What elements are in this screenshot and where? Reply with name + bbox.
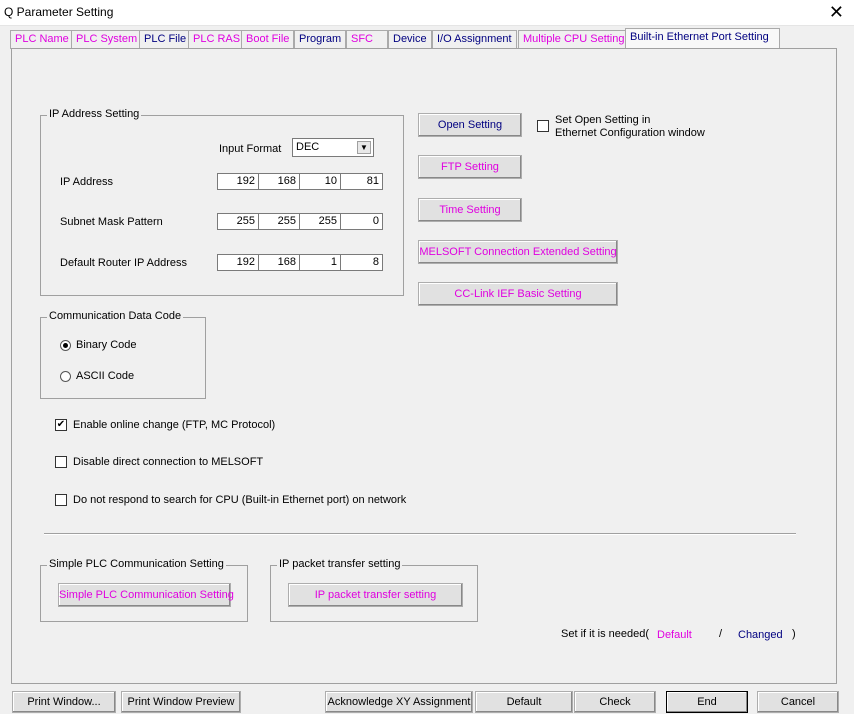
- comm-data-code-group: Communication Data Code: [40, 310, 206, 399]
- disable-direct-checkbox-box[interactable]: [55, 456, 67, 468]
- legend-slash: /: [719, 628, 723, 640]
- router-octet-2[interactable]: 168: [259, 255, 300, 270]
- router-octet-4[interactable]: 8: [341, 255, 382, 270]
- router-octet-3[interactable]: 1: [300, 255, 341, 270]
- window-title: Q Parameter Setting: [4, 5, 114, 19]
- ascii-code-radio-dot[interactable]: [60, 370, 71, 382]
- ethernet-config-checkbox-label: Set Open Setting in Ethernet Configurati…: [555, 114, 705, 139]
- disable-direct-checkbox[interactable]: Disable direct connection to MELSOFT: [55, 456, 263, 468]
- legend-default-text: Default: [657, 629, 692, 641]
- legend-note-prefix: Set if it is needed(: [561, 628, 650, 640]
- tab-boot-file[interactable]: Boot File: [241, 30, 295, 49]
- subnet-octet-2[interactable]: 255: [259, 214, 300, 229]
- tab-device[interactable]: Device: [388, 30, 432, 49]
- ip-packet-transfer-legend: IP packet transfer setting: [277, 558, 403, 570]
- no-respond-checkbox[interactable]: Do not respond to search for CPU (Built-…: [55, 494, 406, 506]
- tab-io-assignment[interactable]: I/O Assignment: [432, 30, 517, 49]
- simple-plc-comm-legend: Simple PLC Communication Setting: [47, 558, 226, 570]
- subnet-mask-field[interactable]: 255 255 255 0: [217, 213, 383, 230]
- ethernet-config-checkbox-box[interactable]: [537, 120, 549, 132]
- open-setting-button[interactable]: Open Setting: [418, 113, 522, 137]
- ascii-code-radio[interactable]: ASCII Code: [60, 370, 134, 382]
- router-octet-1[interactable]: 192: [218, 255, 259, 270]
- input-format-value: DEC: [296, 141, 320, 153]
- no-respond-label: Do not respond to search for CPU (Built-…: [73, 494, 407, 506]
- tab-sfc[interactable]: SFC: [346, 30, 388, 49]
- binary-code-label: Binary Code: [76, 339, 137, 351]
- binary-code-radio[interactable]: Binary Code: [60, 339, 137, 351]
- input-format-label: Input Format: [219, 143, 282, 155]
- title-bar: Q Parameter Setting ✕: [0, 0, 854, 26]
- ip-address-label: IP Address: [60, 176, 113, 188]
- chevron-down-icon[interactable]: ▼: [357, 141, 371, 154]
- subnet-octet-1[interactable]: 255: [218, 214, 259, 229]
- print-window-button[interactable]: Print Window...: [12, 691, 116, 713]
- input-format-select[interactable]: DEC ▼: [292, 138, 374, 157]
- tab-multiple-cpu[interactable]: Multiple CPU Setting: [518, 30, 630, 49]
- ip-octet-4[interactable]: 81: [341, 174, 382, 189]
- online-change-checkbox[interactable]: ✔ Enable online change (FTP, MC Protocol…: [55, 419, 275, 431]
- subnet-octet-4[interactable]: 0: [341, 214, 382, 229]
- subnet-octet-3[interactable]: 255: [300, 214, 341, 229]
- check-button[interactable]: Check: [574, 691, 656, 713]
- legend-note-suffix: ): [792, 628, 796, 640]
- tab-plc-file[interactable]: PLC File: [139, 30, 192, 49]
- ip-octet-2[interactable]: 168: [259, 174, 300, 189]
- close-icon[interactable]: ✕: [829, 2, 844, 22]
- online-change-label: Enable online change (FTP, MC Protocol): [73, 419, 276, 431]
- no-respond-checkbox-box[interactable]: [55, 494, 67, 506]
- ascii-code-label: ASCII Code: [76, 370, 135, 382]
- tab-plc-ras[interactable]: PLC RAS: [188, 30, 246, 49]
- default-button[interactable]: Default: [475, 691, 573, 713]
- ftp-setting-button[interactable]: FTP Setting: [418, 155, 522, 179]
- online-change-check-icon[interactable]: ✔: [55, 419, 67, 431]
- simple-plc-comm-button[interactable]: Simple PLC Communication Setting: [58, 583, 234, 607]
- acknowledge-xy-button[interactable]: Acknowledge XY Assignment: [325, 691, 473, 713]
- legend-changed-text: Changed: [738, 629, 783, 641]
- comm-data-code-legend: Communication Data Code: [47, 310, 184, 322]
- tab-plc-system[interactable]: PLC System: [71, 30, 143, 49]
- disable-direct-label: Disable direct connection to MELSOFT: [73, 456, 264, 468]
- end-button[interactable]: End: [666, 691, 748, 713]
- divider: [44, 533, 796, 535]
- default-router-label: Default Router IP Address: [60, 257, 187, 269]
- ip-octet-1[interactable]: 192: [218, 174, 259, 189]
- tab-program[interactable]: Program: [294, 30, 347, 49]
- tab-builtin-ethernet[interactable]: Built-in Ethernet Port Setting: [625, 28, 780, 49]
- cancel-button[interactable]: Cancel: [757, 691, 839, 713]
- binary-code-radio-dot[interactable]: [60, 339, 71, 351]
- ip-address-setting-legend: IP Address Setting: [47, 108, 142, 120]
- ip-packet-transfer-button[interactable]: IP packet transfer setting: [288, 583, 463, 607]
- time-setting-button[interactable]: Time Setting: [418, 198, 522, 222]
- print-window-preview-button[interactable]: Print Window Preview: [121, 691, 241, 713]
- ip-address-field[interactable]: 192 168 10 81: [217, 173, 383, 190]
- ethernet-config-checkbox[interactable]: Set Open Setting in Ethernet Configurati…: [537, 114, 705, 140]
- subnet-mask-label: Subnet Mask Pattern: [60, 216, 163, 228]
- default-router-field[interactable]: 192 168 1 8: [217, 254, 383, 271]
- tab-plc-name[interactable]: PLC Name: [10, 30, 74, 49]
- ip-octet-3[interactable]: 10: [300, 174, 341, 189]
- melsoft-extended-setting-button[interactable]: MELSOFT Connection Extended Setting: [418, 240, 618, 264]
- cclink-ief-basic-button[interactable]: CC-Link IEF Basic Setting: [418, 282, 618, 306]
